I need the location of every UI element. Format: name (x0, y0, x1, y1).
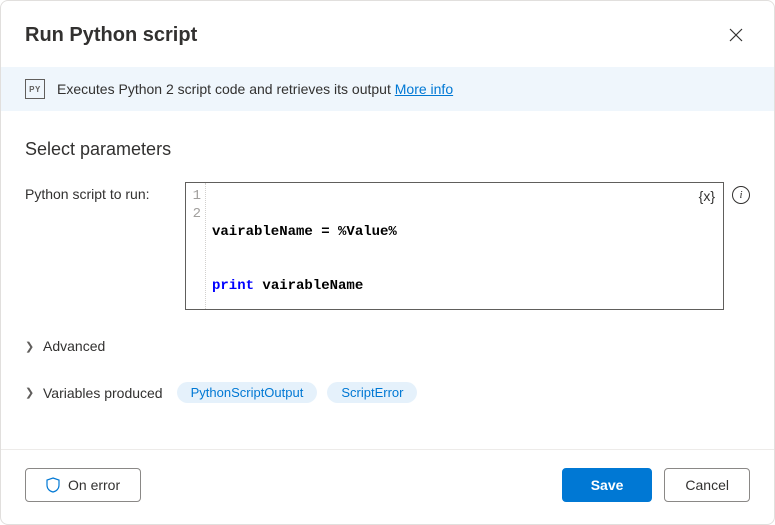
code-line-1: vairableName = %Value% (212, 223, 397, 241)
python-badge-icon: PY (25, 79, 45, 99)
on-error-button[interactable]: On error (25, 468, 141, 502)
info-text: Executes Python 2 script code and retrie… (57, 81, 453, 97)
close-icon (729, 28, 743, 42)
close-button[interactable] (722, 21, 750, 49)
code-line-2: print vairableName (212, 277, 397, 295)
info-bar: PY Executes Python 2 script code and ret… (1, 67, 774, 111)
editor-code: vairableName = %Value% print vairableNam… (206, 183, 403, 309)
variable-pill-error[interactable]: ScriptError (327, 382, 417, 403)
keyword-print: print (212, 278, 254, 294)
variable-pills: PythonScriptOutput ScriptError (177, 382, 418, 403)
on-error-label: On error (68, 477, 120, 493)
advanced-section-toggle[interactable]: ❯ Advanced (25, 338, 750, 354)
script-editor[interactable]: 1 2 vairableName = %Value% print vairabl… (185, 182, 724, 310)
advanced-label: Advanced (43, 338, 105, 354)
variable-pill-output[interactable]: PythonScriptOutput (177, 382, 318, 403)
save-button[interactable]: Save (562, 468, 653, 502)
code-rest: vairableName (254, 278, 363, 294)
dialog-footer: On error Save Cancel (1, 449, 774, 524)
footer-actions: Save Cancel (562, 468, 750, 502)
script-field-row: Python script to run: 1 2 vairableName =… (25, 182, 750, 310)
dialog-title: Run Python script (25, 24, 197, 47)
shield-icon (46, 477, 60, 493)
dialog-body: Select parameters Python script to run: … (1, 111, 774, 449)
variables-produced-toggle[interactable]: ❯ Variables produced PythonScriptOutput … (25, 382, 750, 403)
field-info-icon[interactable]: i (732, 186, 750, 204)
cancel-button[interactable]: Cancel (664, 468, 750, 502)
script-field-label: Python script to run: (25, 182, 165, 202)
run-python-script-dialog: Run Python script PY Executes Python 2 s… (0, 0, 775, 525)
editor-wrap: 1 2 vairableName = %Value% print vairabl… (185, 182, 750, 310)
dialog-header: Run Python script (1, 1, 774, 67)
info-description: Executes Python 2 script code and retrie… (57, 81, 395, 97)
line-number: 2 (186, 205, 201, 223)
line-number: 1 (186, 187, 201, 205)
variables-produced-label: Variables produced (43, 385, 163, 401)
chevron-right-icon: ❯ (25, 386, 35, 399)
chevron-right-icon: ❯ (25, 340, 35, 353)
more-info-link[interactable]: More info (395, 81, 453, 97)
section-heading: Select parameters (25, 139, 750, 160)
editor-gutter: 1 2 (186, 183, 206, 309)
insert-variable-button[interactable]: {x} (699, 187, 715, 205)
